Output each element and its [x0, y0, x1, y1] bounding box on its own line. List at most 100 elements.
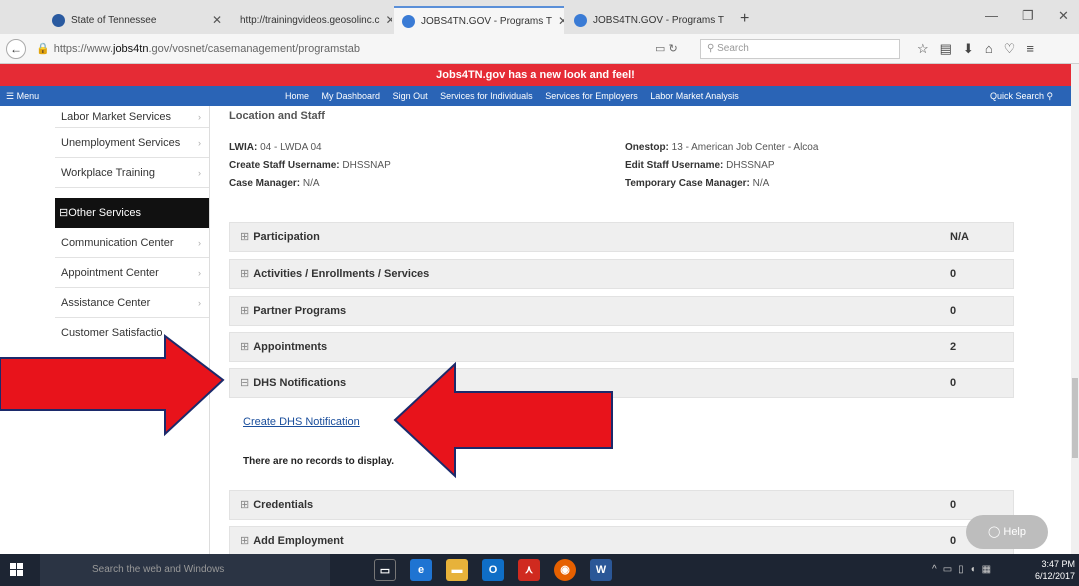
minimize-icon[interactable]: —	[985, 8, 998, 23]
quick-search-button[interactable]: Quick Search ⚲	[990, 86, 1053, 106]
create-dhs-notification-link[interactable]: Create DHS Notification	[243, 416, 360, 428]
expand-icon: ⊞	[240, 305, 250, 317]
system-tray-icons[interactable]: ^▭▯◖▦	[932, 564, 997, 575]
browser-tab[interactable]: http://trainingvideos.geosolinc.c ✕	[232, 6, 392, 34]
url-domain: jobs4tn	[113, 43, 149, 55]
nav-link-employers[interactable]: Services for Employers	[545, 91, 638, 101]
tab-label: JOBS4TN.GOV - Programs T	[593, 14, 724, 26]
case-manager-field: Case Manager: N/A	[229, 178, 320, 189]
windows-start-icon[interactable]	[10, 563, 24, 577]
onestop-field: Onestop: 13 - American Job Center - Alco…	[625, 142, 818, 153]
browser-tab-active[interactable]: JOBS4TN.GOV - Programs T ✕	[394, 6, 564, 34]
task-view-icon[interactable]: ▭	[374, 559, 396, 581]
close-icon[interactable]: ✕	[380, 13, 392, 27]
field-value: 04 - LWDA 04	[260, 142, 322, 153]
jobs4tn-favicon-icon	[402, 14, 415, 28]
accordion-label: Participation	[253, 231, 320, 243]
url-toolbar: ← 🔒 https://www.jobs4tn.gov/vosnet/casema…	[0, 34, 1079, 64]
sidebar-section-label: Other Services	[68, 207, 141, 219]
file-explorer-icon[interactable]: ▬	[446, 559, 468, 581]
url-prefix: https://www.	[53, 43, 113, 55]
menu-label: Menu	[16, 91, 40, 101]
nav-link-sign-out[interactable]: Sign Out	[393, 91, 428, 101]
field-value: DHSSNAP	[342, 160, 391, 171]
outlook-icon[interactable]: O	[482, 559, 504, 581]
field-value: 13 - American Job Center - Alcoa	[671, 142, 819, 153]
page-scrollbar[interactable]	[1071, 64, 1079, 554]
accordion-label: Activities / Enrollments / Services	[253, 268, 430, 280]
create-staff-field: Create Staff Username: DHSSNAP	[229, 160, 391, 171]
search-icon: ⚲	[1046, 91, 1054, 101]
sidebar-item-communication-center[interactable]: Communication Center ›	[55, 228, 209, 258]
sidebar-item-label: Unemployment Services	[61, 137, 181, 149]
taskbar-clock[interactable]: 3:47 PM 6/12/2017	[1035, 558, 1075, 582]
field-label: Edit Staff Username:	[625, 160, 724, 171]
tab-label: State of Tennessee	[71, 14, 157, 26]
quick-search-label: Quick Search	[990, 91, 1045, 101]
sidebar-section-other-services[interactable]: ⊟Other Services	[55, 198, 209, 228]
accordion-dhs-notifications[interactable]: ⊟ DHS Notifications 0	[229, 368, 1014, 398]
browser-tab[interactable]: JOBS4TN.GOV - Programs T ✕	[566, 6, 731, 34]
windows-taskbar: Search the web and Windows ▭ e ▬ O ⋏ ◉ W…	[0, 554, 1079, 586]
restore-icon[interactable]: ❐	[1022, 8, 1034, 24]
taskbar-search-input[interactable]: Search the web and Windows	[40, 554, 330, 586]
field-label: Onestop:	[625, 142, 669, 153]
sidebar-item-label: Appointment Center	[61, 267, 159, 279]
scrollbar-thumb[interactable]	[1072, 378, 1078, 458]
nav-link-dashboard[interactable]: My Dashboard	[322, 91, 381, 101]
new-tab-icon[interactable]: +	[740, 10, 749, 28]
sidebar-item-label: Communication Center	[61, 237, 174, 249]
section-title-location-staff: Location and Staff	[229, 110, 325, 122]
sidebar-item-unemployment[interactable]: Unemployment Services ›	[55, 128, 209, 158]
accordion-appointments[interactable]: ⊞ Appointments 2	[229, 332, 1014, 362]
window-close-icon[interactable]: ✕	[1058, 8, 1069, 24]
word-icon[interactable]: W	[590, 559, 612, 581]
sidebar-item-label: Workplace Training	[61, 167, 155, 179]
chevron-right-icon: ›	[198, 298, 201, 308]
browser-tab-bar: State of Tennessee ✕ http://trainingvide…	[0, 0, 1079, 34]
browser-search-input[interactable]: ⚲ Search	[700, 39, 900, 59]
accordion-credentials[interactable]: ⊞ Credentials 0	[229, 490, 1014, 520]
menu-button[interactable]: ☰ Menu	[6, 86, 39, 106]
clock-date: 6/12/2017	[1035, 571, 1076, 581]
accordion-label: Appointments	[253, 341, 328, 353]
back-arrow-icon[interactable]: ←	[6, 39, 26, 59]
site-nav-links: Home My Dashboard Sign Out Services for …	[285, 86, 749, 106]
chevron-right-icon: ›	[198, 112, 201, 122]
nav-link-individuals[interactable]: Services for Individuals	[440, 91, 533, 101]
close-icon[interactable]: ✕	[552, 14, 564, 28]
edge-icon[interactable]: e	[410, 559, 432, 581]
collapse-icon: ⊟	[240, 377, 250, 389]
site-navigation: ☰ Menu Home My Dashboard Sign Out Servic…	[0, 86, 1071, 106]
nav-link-home[interactable]: Home	[285, 91, 309, 101]
firefox-icon[interactable]: ◉	[554, 559, 576, 581]
reader-view-icon[interactable]: ▭ ↻	[655, 42, 678, 55]
lwia-field: LWIA: 04 - LWDA 04	[229, 142, 322, 153]
nav-link-labor-market[interactable]: Labor Market Analysis	[650, 91, 739, 101]
accordion-participation[interactable]: ⊞ Participation N/A	[229, 222, 1014, 252]
help-button[interactable]: ◯ Help	[966, 515, 1048, 549]
chevron-right-icon: ›	[198, 238, 201, 248]
accordion-activities[interactable]: ⊞ Activities / Enrollments / Services 0	[229, 259, 1014, 289]
sidebar-item-workplace-training[interactable]: Workplace Training ›	[55, 158, 209, 188]
close-icon[interactable]: ✕	[206, 13, 222, 27]
close-icon[interactable]: ✕	[724, 13, 731, 27]
accordion-count: 0	[950, 535, 957, 547]
acrobat-icon[interactable]: ⋏	[518, 559, 540, 581]
sidebar-item-labor-market[interactable]: Labor Market Services ›	[55, 106, 209, 128]
accordion-add-employment[interactable]: ⊞ Add Employment 0	[229, 526, 1014, 556]
tab-label: http://trainingvideos.geosolinc.c	[240, 14, 380, 26]
expand-icon: ⊞	[240, 341, 250, 353]
no-records-message: There are no records to display.	[243, 456, 394, 467]
sidebar-item-customer-satisfaction[interactable]: Customer Satisfactio	[55, 318, 209, 348]
accordion-partner-programs[interactable]: ⊞ Partner Programs 0	[229, 296, 1014, 326]
field-label: Create Staff Username:	[229, 160, 340, 171]
expand-icon: ⊞	[240, 231, 250, 243]
browser-tab[interactable]: State of Tennessee ✕	[44, 6, 230, 34]
browser-toolbar-icons[interactable]: ☆▤⬇⌂♡≡	[917, 41, 1045, 57]
accordion-count: 0	[950, 499, 957, 511]
sidebar-item-assistance-center[interactable]: Assistance Center ›	[55, 288, 209, 318]
sidebar-item-appointment-center[interactable]: Appointment Center ›	[55, 258, 209, 288]
expand-icon: ⊞	[240, 268, 250, 280]
address-bar[interactable]: 🔒 https://www.jobs4tn.gov/vosnet/casemana…	[32, 39, 620, 59]
